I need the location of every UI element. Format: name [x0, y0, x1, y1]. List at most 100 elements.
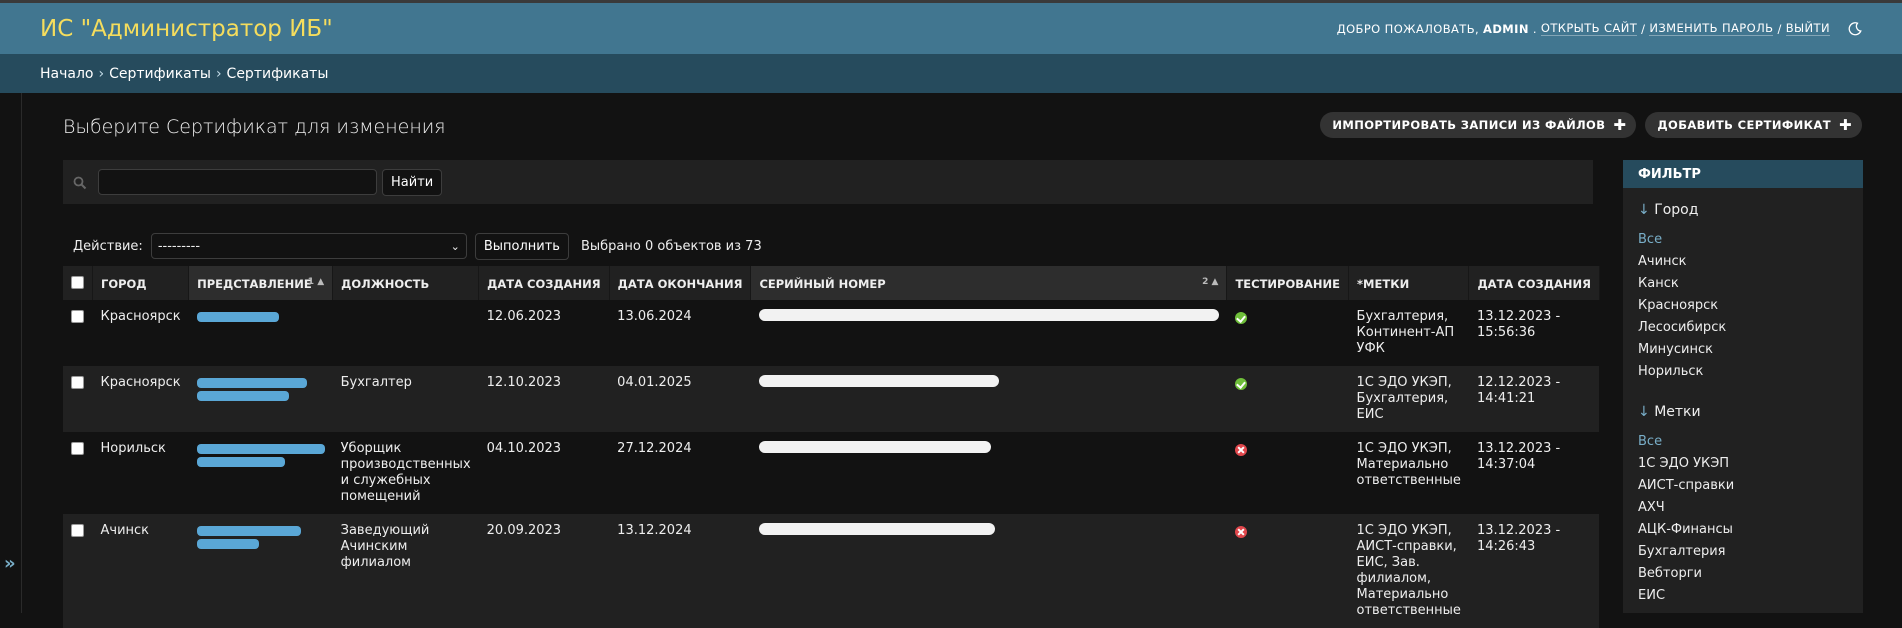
filter-option[interactable]: ЕИС: [1638, 588, 1848, 610]
cell-created: 12.06.2023: [478, 300, 610, 366]
table-row: Норильск Уборщик производственных и служ…: [63, 432, 1600, 514]
filter-option[interactable]: Все: [1638, 232, 1848, 254]
cell-serial: [750, 300, 1227, 366]
logout-link[interactable]: Выйти: [1785, 21, 1830, 36]
row-checkbox[interactable]: [71, 524, 84, 537]
filter-panel: Фильтр ↓ Город Все Ачинск Канск Краснояр…: [1623, 160, 1863, 613]
search-input[interactable]: [98, 169, 377, 195]
column-testing[interactable]: Тестирование: [1226, 266, 1350, 300]
filter-option[interactable]: Норильск: [1638, 364, 1848, 386]
arrow-down-icon: ↓: [1638, 202, 1650, 218]
row-checkbox[interactable]: [71, 442, 84, 455]
check-circle-icon: [1234, 312, 1247, 324]
breadcrumb: Начало › Сертификаты › Сертификаты: [0, 54, 1902, 93]
row-checkbox[interactable]: [71, 310, 84, 323]
import-button[interactable]: Импортировать записи из файлов ✚: [1320, 112, 1637, 138]
add-button[interactable]: Добавить Сертификат ✚: [1645, 112, 1862, 138]
filter-option[interactable]: Вебторги: [1638, 566, 1848, 588]
filter-option[interactable]: 1С ЭДО УКЭП: [1638, 456, 1848, 478]
object-tools: Импортировать записи из файлов ✚ Добавить…: [1320, 112, 1862, 138]
filter-option[interactable]: Красноярск: [1638, 298, 1848, 320]
site-title[interactable]: ИС "Администратор ИБ": [40, 16, 333, 42]
filter-option[interactable]: АИСТ-справки: [1638, 478, 1848, 500]
search-icon: [73, 175, 87, 190]
cell-added: 12.12.2023 - 14:41:21: [1468, 366, 1600, 432]
x-circle-icon: [1234, 444, 1247, 456]
check-circle-icon: [1234, 378, 1247, 390]
column-position[interactable]: Должность: [332, 266, 480, 300]
filter-option[interactable]: АХЧ: [1638, 500, 1848, 522]
filter-option[interactable]: Минусинск: [1638, 342, 1848, 364]
separator: /: [1777, 21, 1782, 36]
filter-heading-city[interactable]: ↓ Город: [1623, 188, 1863, 226]
x-circle-icon: [1234, 526, 1247, 538]
welcome-text: Добро пожаловать,: [1336, 21, 1480, 36]
filter-option[interactable]: Ачинск: [1638, 254, 1848, 276]
cell-position: Уборщик производственных и служебных пом…: [332, 432, 479, 514]
action-select[interactable]: --------- ⌄: [150, 233, 467, 259]
cell-serial: [750, 432, 1227, 514]
filter-option[interactable]: АЦК-Финансы: [1638, 522, 1848, 544]
cell-serial: [750, 366, 1227, 432]
cell-tags: 1С ЭДО УКЭП, АИСТ-справки, ЕИС, Зав. фил…: [1348, 514, 1469, 628]
nav-sidebar-strip: [0, 93, 22, 613]
breadcrumb-app[interactable]: Сертификаты: [109, 66, 211, 82]
search-toolbar: Найти: [63, 160, 1593, 204]
cell-tags: 1С ЭДО УКЭП, Бухгалтерия, ЕИС: [1348, 366, 1469, 432]
cell-testing: [1226, 432, 1349, 514]
cell-position: Заведующий Ачинским филиалом: [332, 514, 479, 628]
view-site-link[interactable]: Открыть сайт: [1540, 21, 1638, 36]
cell-expires: 13.12.2024: [609, 514, 751, 628]
cell-expires: 13.06.2024: [609, 300, 751, 366]
cell-expires: 27.12.2024: [609, 432, 751, 514]
column-tags[interactable]: *Метки: [1348, 266, 1470, 300]
column-created[interactable]: Дата создания: [478, 266, 610, 300]
filter-option[interactable]: Все: [1638, 434, 1848, 456]
row-checkbox[interactable]: [71, 376, 84, 389]
column-representation[interactable]: Представление 1 ▲: [188, 266, 334, 300]
select-all-checkbox[interactable]: [71, 276, 84, 289]
filter-option[interactable]: Лесосибирск: [1638, 320, 1848, 342]
cell-serial: [750, 514, 1227, 628]
search-button[interactable]: Найти: [382, 168, 443, 196]
table-row: Ачинск Заведующий Ачинским филиалом 20.0…: [63, 514, 1600, 628]
username: admin: [1483, 21, 1529, 36]
filter-option[interactable]: Канск: [1638, 276, 1848, 298]
cell-representation[interactable]: [188, 514, 333, 628]
selection-counter: Выбрано 0 объектов из 73: [580, 238, 762, 254]
cell-created: 04.10.2023: [478, 432, 610, 514]
breadcrumb-home[interactable]: Начало: [40, 66, 93, 82]
plus-icon: ✚: [1613, 115, 1627, 134]
filter-heading-tags[interactable]: ↓ Метки: [1623, 386, 1863, 428]
filter-option[interactable]: Бухгалтерия: [1638, 544, 1848, 566]
change-password-link[interactable]: Изменить пароль: [1649, 21, 1774, 36]
cell-created: 12.10.2023: [478, 366, 610, 432]
expand-sidebar-icon[interactable]: »: [4, 553, 16, 574]
cell-city: Красноярск: [92, 300, 189, 366]
column-added[interactable]: Дата создания: [1468, 266, 1600, 300]
cell-added: 13.12.2023 - 15:56:36: [1468, 300, 1600, 366]
cell-representation[interactable]: [188, 366, 333, 432]
column-serial[interactable]: Серийный номер 2 ▲: [750, 266, 1228, 300]
moon-icon[interactable]: [1848, 21, 1862, 36]
city-filter-list: Все Ачинск Канск Красноярск Лесосибирск …: [1623, 226, 1863, 386]
cell-representation[interactable]: [188, 300, 333, 366]
table-header-row: Город Представление 1 ▲ Должность Дата со…: [63, 266, 1600, 300]
filter-title: Фильтр: [1623, 160, 1863, 188]
select-all-header: [63, 266, 93, 300]
user-tools: Добро пожаловать, admin. Открыть сайт / …: [1337, 21, 1862, 36]
cell-position: [332, 300, 479, 366]
column-expires[interactable]: Дата окончания: [609, 266, 752, 300]
cell-representation[interactable]: [188, 432, 333, 514]
cell-testing: [1226, 300, 1349, 366]
cell-city: Норильск: [92, 432, 189, 514]
chevron-down-icon: ⌄: [450, 239, 460, 253]
run-action-button[interactable]: Выполнить: [474, 232, 569, 260]
action-label: Действие:: [73, 238, 143, 254]
cell-added: 13.12.2023 - 14:37:04: [1468, 432, 1600, 514]
cell-created: 20.09.2023: [478, 514, 610, 628]
column-city[interactable]: Город: [92, 266, 190, 300]
cell-testing: [1226, 366, 1349, 432]
cell-city: Ачинск: [92, 514, 189, 628]
actions-bar: Действие: --------- ⌄ Выполнить Выбрано …: [63, 229, 1593, 263]
